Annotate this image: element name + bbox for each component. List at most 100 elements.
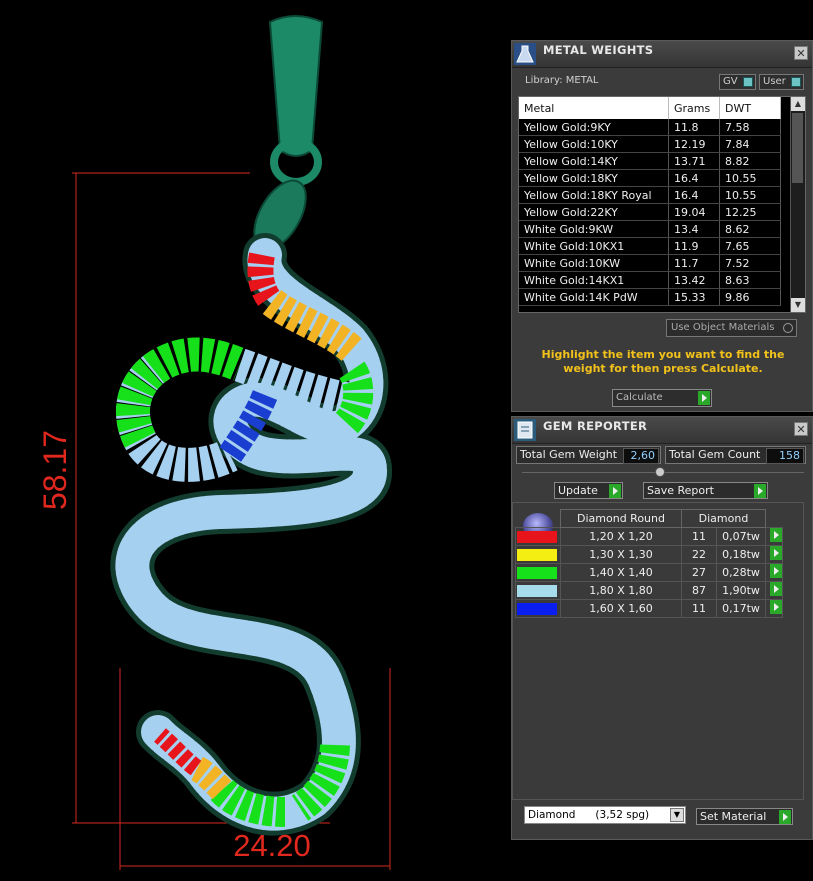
metal-row[interactable]: Yellow Gold:10KY 12.19 7.84 (519, 135, 781, 153)
grams-cell: 11.7 (668, 254, 720, 272)
gem-color-cell[interactable] (515, 545, 561, 564)
dwt-cell: 8.62 (719, 220, 781, 238)
gem-material-header: Diamond (681, 509, 766, 528)
total-gem-weight-label: Total Gem Weight (520, 448, 618, 461)
dimension-height-label: 58.17 (37, 429, 73, 511)
gem-color-cell[interactable] (515, 527, 561, 546)
user-toggle[interactable]: User (759, 74, 804, 90)
metal-row[interactable]: White Gold:10KX1 11.9 7.65 (519, 237, 781, 255)
metal-weights-titlebar[interactable]: METAL WEIGHTS ✕ (512, 41, 812, 68)
library-label: Library: METAL (525, 75, 599, 86)
grams-cell: 16.4 (668, 186, 720, 204)
toggle-switch-icon (743, 77, 753, 87)
metal-name-cell: Yellow Gold:9KY (519, 119, 669, 136)
radio-icon (783, 323, 793, 333)
gem-row-select-button[interactable] (765, 527, 783, 546)
gem-weight-cell: 0,28tw (716, 563, 766, 582)
gem-row[interactable]: 1,80 X 1,80 87 1,90tw (515, 581, 783, 600)
gem-weight-cell: 0,17tw (716, 599, 766, 618)
gem-size-cell: 1,30 X 1,30 (560, 545, 682, 564)
gv-toggle[interactable]: GV (719, 74, 756, 90)
toggle-switch-icon (791, 77, 801, 87)
metal-row[interactable]: White Gold:14K PdW 15.33 9.86 (519, 288, 781, 306)
play-arrow-icon (770, 582, 782, 596)
metal-row[interactable]: Yellow Gold:18KY Royal 16.4 10.55 (519, 186, 781, 204)
update-button[interactable]: Update (554, 482, 623, 499)
gem-color-cell[interactable] (515, 581, 561, 600)
gem-row-select-button[interactable] (765, 563, 783, 582)
save-report-button[interactable]: Save Report (643, 482, 768, 499)
material-select[interactable]: Diamond (3,52 spg) ▼ (524, 806, 686, 824)
metal-row[interactable]: Yellow Gold:14KY 13.71 8.82 (519, 152, 781, 170)
gem-weight-cell: 0,07tw (716, 527, 766, 546)
metal-row[interactable]: White Gold:14KX1 13.42 8.63 (519, 271, 781, 289)
material-select-value: Diamond (3,52 spg) (528, 809, 650, 821)
metal-row[interactable]: White Gold:9KW 13.4 8.62 (519, 220, 781, 238)
metal-row[interactable]: Yellow Gold:9KY 11.8 7.58 (519, 119, 781, 136)
metal-name-cell: Yellow Gold:14KY (519, 152, 669, 170)
gem-count-cell: 87 (681, 581, 717, 600)
gem-color-swatch[interactable] (517, 566, 557, 579)
column-header-grams[interactable]: Grams (668, 97, 720, 119)
column-header-dwt[interactable]: DWT (719, 97, 781, 119)
close-icon[interactable]: ✕ (794, 422, 808, 436)
use-object-materials-toggle[interactable]: Use Object Materials (666, 319, 797, 337)
gem-color-cell[interactable] (515, 599, 561, 618)
gem-row[interactable]: 1,30 X 1,30 22 0,18tw (515, 545, 783, 564)
grams-cell: 19.04 (668, 203, 720, 221)
close-icon[interactable]: ✕ (794, 46, 808, 60)
gem-weight-cell: 1,90tw (716, 581, 766, 600)
metal-name-cell: Yellow Gold:10KY (519, 135, 669, 153)
metal-weights-panel: METAL WEIGHTS ✕ Library: METAL GV User M… (511, 40, 813, 412)
gem-color-swatch[interactable] (517, 530, 557, 543)
grams-cell: 12.19 (668, 135, 720, 153)
gv-toggle-label: GV (723, 76, 738, 87)
gem-row-select-button[interactable] (765, 599, 783, 618)
chevron-down-icon[interactable]: ▼ (670, 808, 684, 822)
gem-weight-cell: 0,18tw (716, 545, 766, 564)
metal-table[interactable]: Metal Grams DWT Yellow Gold:9KY 11.8 7.58 Y… (518, 96, 806, 313)
gem-count-cell: 11 (681, 599, 717, 618)
use-object-materials-label: Use Object Materials (671, 322, 775, 333)
gem-row[interactable]: 1,20 X 1,20 11 0,07tw (515, 527, 783, 546)
grams-cell: 11.9 (668, 237, 720, 255)
scroll-thumb[interactable] (792, 113, 803, 183)
dwt-cell: 8.63 (719, 271, 781, 289)
gem-size-cell: 1,20 X 1,20 (560, 527, 682, 546)
calculate-button[interactable]: Calculate (612, 389, 712, 407)
gem-slider-knob[interactable] (655, 467, 665, 477)
metal-weights-hint: Highlight the item you want to find the … (541, 348, 785, 375)
gem-reporter-titlebar[interactable]: GEM REPORTER ✕ (512, 417, 812, 444)
update-label: Update (558, 484, 598, 497)
flask-icon (514, 43, 536, 65)
metal-row[interactable]: Yellow Gold:18KY 16.4 10.55 (519, 169, 781, 187)
metal-name-cell: White Gold:10KW (519, 254, 669, 272)
scroll-down-icon[interactable]: ▼ (791, 298, 805, 312)
play-arrow-icon (770, 600, 782, 614)
dwt-cell: 7.65 (719, 237, 781, 255)
gem-row[interactable]: 1,40 X 1,40 27 0,28tw (515, 563, 783, 582)
dwt-cell: 8.82 (719, 152, 781, 170)
scroll-up-icon[interactable]: ▲ (791, 97, 805, 111)
gem-list[interactable]: Diamond Round Diamond 1,20 X 1,20 11 0,07t… (512, 502, 804, 800)
gem-row[interactable]: 1,60 X 1,60 11 0,17tw (515, 599, 783, 618)
dwt-cell: 9.86 (719, 288, 781, 306)
gem-size-cell: 1,80 X 1,80 (560, 581, 682, 600)
metal-row[interactable]: White Gold:10KW 11.7 7.52 (519, 254, 781, 272)
gem-color-cell[interactable] (515, 563, 561, 582)
metal-name-cell: White Gold:9KW (519, 220, 669, 238)
metal-table-scrollbar[interactable]: ▲ ▼ (790, 97, 805, 312)
metal-row[interactable]: Yellow Gold:22KY 19.04 12.25 (519, 203, 781, 221)
gem-color-swatch[interactable] (517, 584, 557, 597)
gem-color-swatch[interactable] (517, 548, 557, 561)
set-material-button[interactable]: Set Material (696, 808, 793, 825)
gem-color-swatch[interactable] (517, 602, 557, 615)
save-report-label: Save Report (647, 484, 714, 497)
total-gem-weight: Total Gem Weight 2,60 (516, 446, 661, 464)
column-header-metal[interactable]: Metal (519, 97, 669, 119)
dwt-cell: 12.25 (719, 203, 781, 221)
gem-row-select-button[interactable] (765, 545, 783, 564)
grams-cell: 16.4 (668, 169, 720, 187)
calculate-label: Calculate (616, 392, 663, 403)
gem-row-select-button[interactable] (765, 581, 783, 600)
